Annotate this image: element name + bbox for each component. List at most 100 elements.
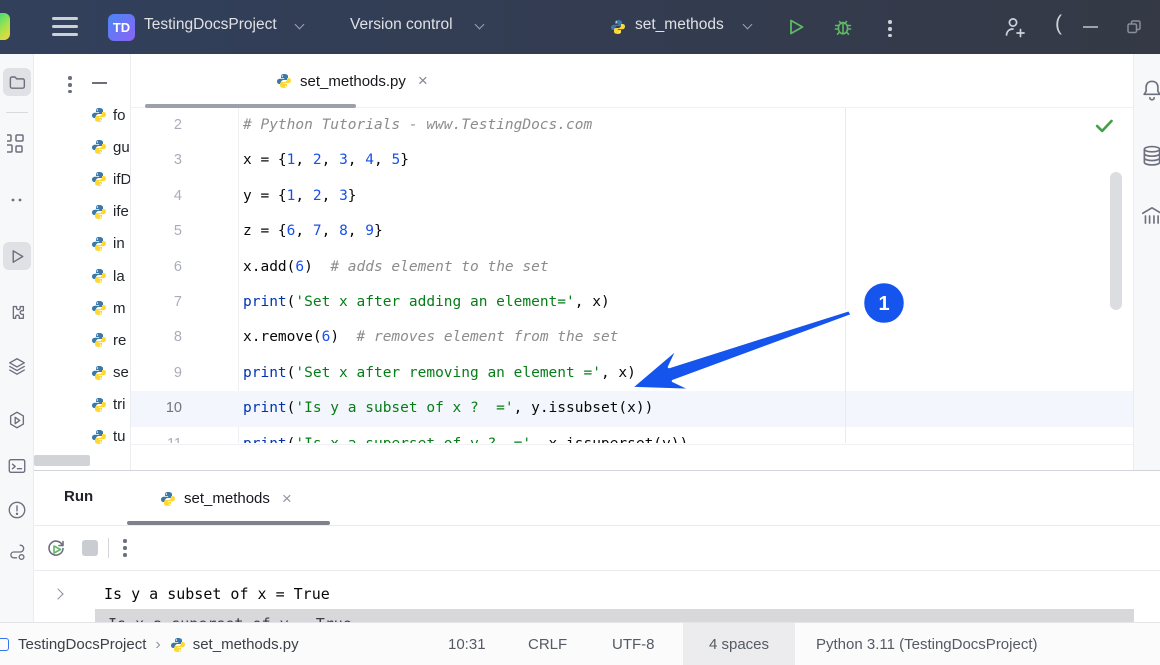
python-icon — [91, 204, 107, 220]
chevron-down-icon — [475, 20, 485, 30]
tree-item-label: re — [113, 332, 126, 349]
tree-item[interactable]: tu — [34, 421, 131, 453]
python-icon — [91, 429, 107, 445]
line-separator-widget[interactable]: CRLF — [528, 623, 567, 665]
sci-view-icon[interactable] — [1140, 204, 1160, 228]
close-tab-icon[interactable]: × — [282, 489, 292, 509]
code-text: y = {1, 2, 3} — [243, 179, 1133, 214]
interpreter-widget[interactable]: Python 3.11 (TestingDocsProject) — [816, 623, 1038, 665]
project-tree-panel: fo gu ifDifeinlam re se tri tu — [34, 54, 131, 470]
tree-item[interactable]: re — [34, 324, 131, 356]
puzzle-icon[interactable] — [3, 298, 31, 326]
run-panel-title: Run — [64, 488, 93, 505]
more-actions-icon[interactable] — [884, 17, 896, 41]
console-line-selected[interactable]: Is x a superset of y = True — [95, 609, 1134, 622]
tree-item[interactable]: in — [34, 228, 131, 260]
tree-item-label: gu — [113, 139, 130, 156]
code-line[interactable]: 3x = {1, 2, 3, 4, 5} — [131, 143, 1133, 178]
python-icon — [170, 637, 186, 653]
code-line[interactable]: 2# Python Tutorials - www.TestingDocs.co… — [131, 108, 1133, 143]
debug-button[interactable] — [831, 15, 855, 39]
tree-item[interactable]: se — [34, 357, 131, 389]
console-output-text: Is y a subset of x = True — [104, 585, 330, 603]
code-editor[interactable]: 2# Python Tutorials - www.TestingDocs.co… — [131, 108, 1133, 443]
python-icon — [91, 171, 107, 187]
python-icon — [91, 107, 107, 123]
problems-tool-window-button[interactable] — [3, 496, 31, 524]
run-button[interactable] — [784, 15, 808, 39]
hide-panel-icon[interactable] — [92, 82, 107, 84]
add-user-icon[interactable] — [1002, 14, 1028, 40]
notifications-bell-icon[interactable] — [1140, 78, 1160, 102]
project-panel-options-icon[interactable] — [64, 73, 76, 97]
expand-chevron-icon[interactable] — [52, 588, 63, 599]
editor-scrollbar[interactable] — [1110, 172, 1122, 310]
main-menu-icon[interactable] — [52, 17, 78, 36]
breadcrumb-file[interactable]: set_methods.py — [193, 636, 299, 653]
rerun-button[interactable] — [44, 536, 68, 560]
structure-tool-window-button[interactable] — [3, 130, 31, 158]
editor-tab-label: set_methods.py — [300, 73, 406, 90]
run-tab[interactable]: set_methods × — [160, 471, 292, 526]
editor-tab-bar: set_methods.py × — [131, 54, 1160, 108]
python-icon — [91, 300, 107, 316]
project-widget[interactable]: TestingDocsProject — [144, 16, 277, 34]
status-bar: TestingDocsProject › set_methods.py 10:3… — [0, 622, 1160, 665]
tree-item[interactable]: gu — [34, 131, 131, 163]
left-tool-window-strip — [0, 54, 34, 622]
breadcrumb-separator: › — [155, 636, 160, 654]
indent-widget[interactable]: 4 spaces — [683, 623, 795, 665]
code-line[interactable]: 6x.add(6) # adds element to the set — [131, 250, 1133, 285]
project-badge[interactable]: TD — [108, 14, 135, 41]
python-console-tool-window-button[interactable] — [3, 538, 31, 566]
run-tool-window-button[interactable] — [3, 242, 31, 270]
project-tool-window-button[interactable] — [3, 68, 31, 96]
active-tab-indicator — [127, 521, 330, 525]
code-text: # Python Tutorials - www.TestingDocs.com — [243, 108, 1133, 143]
run-console[interactable]: Is y a subset of x = True Is x a superse… — [34, 571, 1160, 622]
tree-item[interactable]: ifD — [34, 163, 131, 195]
encoding-widget[interactable]: UTF-8 — [612, 623, 655, 665]
stop-button[interactable] — [82, 540, 98, 556]
tree-item[interactable]: m — [34, 292, 131, 324]
partial-widget: ( — [1055, 12, 1062, 36]
breadcrumb-project[interactable]: TestingDocsProject — [18, 636, 146, 653]
main-toolbar: TD TestingDocsProject Version control se… — [0, 0, 1160, 54]
tree-item-label: tri — [113, 396, 126, 413]
code-line[interactable]: 5z = {6, 7, 8, 9} — [131, 214, 1133, 249]
code-line[interactable]: 10print('Is y a subset of x ? =', y.issu… — [131, 391, 1133, 426]
more-tool-windows-button[interactable] — [3, 186, 31, 214]
minimize-icon[interactable] — [1083, 26, 1098, 28]
chevron-down-icon — [743, 20, 753, 30]
python-icon — [91, 397, 107, 413]
python-icon — [276, 73, 292, 89]
tree-item[interactable]: fo — [34, 99, 131, 131]
vcs-widget[interactable]: Version control — [350, 16, 453, 34]
restore-icon[interactable] — [1126, 19, 1142, 35]
database-icon[interactable] — [1140, 144, 1160, 168]
python-icon — [91, 236, 107, 252]
breadcrumb[interactable]: TestingDocsProject › set_methods.py — [0, 623, 299, 665]
console-line[interactable]: Is y a subset of x = True — [34, 579, 1160, 609]
tree-item-label: fo — [113, 107, 126, 124]
tree-item[interactable]: tri — [34, 389, 131, 421]
layers-icon[interactable] — [3, 352, 31, 380]
run-more-options-icon[interactable] — [119, 536, 131, 560]
code-line[interactable]: 11print('Is x a superset of y ? =', x.is… — [131, 427, 1133, 443]
terminal-tool-window-button[interactable] — [3, 452, 31, 480]
code-text: x.remove(6) # removes element from the s… — [243, 320, 1133, 355]
tree-horizontal-scrollbar[interactable] — [34, 455, 90, 466]
editor-tab[interactable]: set_methods.py × — [276, 54, 428, 108]
code-line[interactable]: 7print('Set x after adding an element=',… — [131, 285, 1133, 320]
python-icon — [160, 491, 176, 507]
code-line[interactable]: 8x.remove(6) # removes element from the … — [131, 320, 1133, 355]
services-tool-window-button[interactable] — [3, 406, 31, 434]
code-line[interactable]: 4y = {1, 2, 3} — [131, 179, 1133, 214]
close-tab-icon[interactable]: × — [418, 71, 428, 91]
tree-item[interactable]: ife — [34, 196, 131, 228]
inspections-ok-icon[interactable] — [1094, 116, 1114, 136]
tree-item[interactable]: la — [34, 260, 131, 292]
cursor-position-widget[interactable]: 10:31 — [448, 623, 486, 665]
run-configuration-selector[interactable]: set_methods — [635, 16, 724, 34]
code-line[interactable]: 9print('Set x after removing an element … — [131, 356, 1133, 391]
